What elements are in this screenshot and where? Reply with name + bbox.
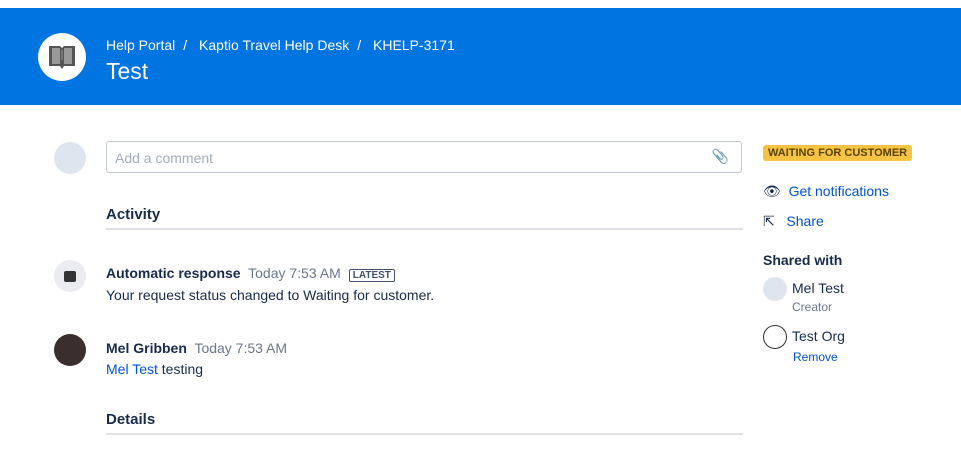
mel-gribben-avatar [54, 334, 86, 366]
attachment-icon[interactable]: 📎 [712, 148, 729, 165]
remove-org-link[interactable]: Remove [793, 350, 838, 364]
activity-item-header: Automatic response Today 7:53 AM LATEST [106, 265, 395, 282]
breadcrumb-separator: / [357, 37, 362, 53]
details-heading: Details [106, 411, 743, 435]
latest-badge: LATEST [348, 269, 395, 282]
mel-test-avatar [763, 277, 787, 301]
get-notifications-link[interactable]: 👁 Get notifications [763, 183, 889, 200]
comment-text: testing [157, 361, 204, 377]
robot-icon [64, 271, 76, 282]
book-logo-icon[interactable] [38, 33, 86, 81]
activity-time: Today 7:53 AM [194, 340, 288, 356]
breadcrumb-issue-key[interactable]: KHELP-3171 [373, 37, 455, 53]
shared-person-name: Mel Test [792, 280, 844, 296]
share-label[interactable]: Share [786, 213, 823, 229]
activity-time: Today 7:53 AM [248, 265, 341, 281]
comment-input[interactable] [113, 149, 697, 167]
breadcrumb-separator: / [183, 37, 188, 53]
breadcrumb-help-desk[interactable]: Kaptio Travel Help Desk [199, 37, 349, 53]
notifications-label[interactable]: Get notifications [789, 183, 889, 199]
eye-icon: 👁 [763, 183, 781, 199]
activity-item-header: Mel Gribben Today 7:53 AM [106, 340, 287, 356]
automation-avatar [54, 260, 86, 292]
activity-body: Your request status changed to Waiting f… [106, 287, 435, 303]
header-banner: Help Portal / Kaptio Travel Help Desk / KH… [0, 8, 961, 105]
activity-body: Mel Test testing [106, 361, 203, 377]
breadcrumb-help-portal[interactable]: Help Portal [106, 37, 175, 53]
breadcrumb: Help Portal / Kaptio Travel Help Desk / KH… [106, 37, 463, 53]
mention-link[interactable]: Mel Test [106, 361, 158, 377]
share-link[interactable]: ⇱ Share [763, 213, 824, 230]
comment-box[interactable]: 📎 [106, 141, 742, 173]
share-icon: ⇱ [763, 213, 775, 229]
shared-with-heading: Shared with [763, 252, 843, 268]
status-badge: WAITING FOR CUSTOMER [763, 145, 913, 161]
page-title: Test [106, 58, 149, 84]
activity-heading: Activity [106, 206, 743, 230]
organization-icon [763, 325, 787, 349]
shared-org-name: Test Org [792, 328, 845, 344]
user-avatar [54, 142, 86, 174]
shared-person-role: Creator [792, 300, 833, 314]
activity-author: Automatic response [106, 265, 241, 281]
activity-author: Mel Gribben [106, 340, 187, 356]
